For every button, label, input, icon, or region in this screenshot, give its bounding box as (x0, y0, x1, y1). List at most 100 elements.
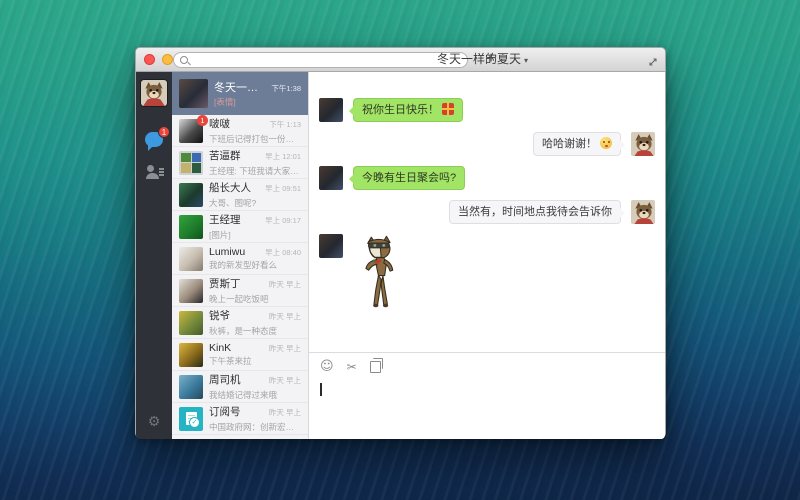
chevron-down-icon: ▾ (524, 56, 529, 65)
search-icon (180, 55, 188, 64)
message-history[interactable]: 祝你生日快乐！ 哈哈谢谢！ 今晚有生日聚会吗? 当然有，时间地点我待会告诉你 (309, 72, 665, 352)
chat-preview: 我结婚记得过来哦 (209, 389, 278, 400)
chat-name: 冬天一样的夏天 (214, 81, 268, 94)
nav-rail: 1 ⚙ (136, 72, 172, 439)
emoji-picker-icon[interactable]: ☺ (320, 360, 334, 373)
chat-time: 下午 1:13 (269, 120, 301, 130)
chat-preview: 我的新发型好看么 (209, 260, 278, 271)
message-avatar[interactable] (319, 98, 343, 122)
message-input[interactable] (320, 380, 655, 433)
chat-name: 订阅号 (209, 406, 241, 419)
message (319, 234, 655, 315)
chat-avatar (179, 246, 203, 271)
message: 当然有，时间地点我待会告诉你 (319, 200, 655, 224)
message-avatar[interactable] (631, 132, 655, 156)
chat-name: 贾斯丁 (209, 278, 241, 291)
message-avatar[interactable] (319, 166, 343, 190)
chat-avatar (179, 182, 203, 207)
message-bubble: 哈哈谢谢！ (533, 132, 625, 156)
chat-time: 昨天 早上 (268, 408, 301, 418)
chat-list-item[interactable]: ✓ 订阅号 昨天 早上 中国政府网：创新宏观调控：中… (172, 403, 308, 435)
chat-list-item[interactable]: 周司机 昨天 早上 我结婚记得过来哦 (172, 371, 308, 403)
message-text: 今晚有生日聚会吗? (362, 172, 457, 184)
chat-time: 昨天 早上 (268, 343, 301, 353)
chat-avatar (179, 278, 203, 303)
chat-list-item[interactable]: 1 啵啵 下午 1:13 下班后记得打包一份给我哦 (172, 114, 308, 147)
close-button[interactable] (144, 54, 155, 65)
message-text: 哈哈谢谢！ (542, 138, 597, 150)
message: 祝你生日快乐！ (319, 98, 655, 122)
chats-unread-badge: 1 (158, 126, 170, 138)
message-text: 当然有，时间地点我待会告诉你 (458, 206, 612, 218)
chat-time: 早上 09:51 (265, 184, 301, 194)
chat-name: 王经理 (209, 214, 241, 227)
chat-list-item[interactable]: 苦逼群 早上 12:01 王经理: 下班我请大家吃饭 (172, 147, 308, 179)
message: 今晚有生日聚会吗? (319, 166, 655, 190)
screenshot-scissors-icon[interactable]: ✂ (347, 361, 357, 373)
chat-avatar (179, 342, 203, 367)
chat-name: 啵啵 (209, 118, 230, 131)
chat-name: 船长大人 (209, 182, 251, 195)
chat-list[interactable]: 冬天一样的夏天 下午1:38 [表情] 1 啵啵 下午 1:13 下班后记得打包… (172, 72, 309, 439)
chat-name: KinK (209, 341, 232, 354)
chat-time: 昨天 早上 (268, 376, 301, 386)
chat-name: 锐爷 (209, 310, 230, 323)
chat-name: 苦逼群 (209, 150, 241, 163)
contacts-icon (147, 165, 154, 172)
message-avatar[interactable] (319, 234, 343, 258)
message-avatar[interactable] (631, 200, 655, 224)
fullscreen-icon[interactable] (648, 54, 658, 72)
dancing-horse-sticker[interactable] (357, 234, 407, 315)
titlebar[interactable]: + 冬天一样的夏天 ▾ (136, 48, 665, 72)
chat-time: 昨天 早上 (268, 280, 301, 290)
chat-preview: 王经理: 下班我请大家吃饭 (209, 165, 301, 176)
self-avatar[interactable] (141, 80, 167, 106)
message-bubble: 今晚有生日聚会吗? (348, 166, 466, 190)
minimize-button[interactable] (162, 54, 173, 65)
chat-avatar (179, 310, 203, 335)
composer[interactable]: ☺ ✂ (309, 352, 665, 439)
chat-avatar (179, 374, 203, 399)
chat-preview: 下午茶来拉 (209, 356, 252, 367)
chat-list-item[interactable]: Lumiwu 早上 08:40 我的新发型好看么 (172, 243, 308, 275)
settings-gear-icon[interactable]: ⚙ (136, 414, 172, 430)
chat-list-item[interactable]: 冬天一样的夏天 下午1:38 [表情] (172, 72, 308, 115)
message-bubble: 祝你生日快乐！ (349, 98, 463, 122)
chat-preview: [图片] (209, 229, 231, 240)
gift-emoji-icon (442, 103, 454, 115)
chat-time: 早上 08:40 (265, 247, 301, 257)
chat-list-item[interactable]: 船长大人 早上 09:51 大哥、图呢? (172, 179, 308, 211)
chat-avatar (179, 150, 203, 175)
chat-name: Lumiwu (209, 245, 246, 258)
chat-preview: 晚上一起吃饭吧 (209, 293, 269, 304)
conversation-title[interactable]: 冬天一样的夏天 ▾ (316, 48, 649, 71)
message-text: 祝你生日快乐！ (362, 104, 439, 116)
chat-list-item[interactable]: 王经理 早上 09:17 [图片] (172, 211, 308, 243)
chat-list-item[interactable]: KinK 昨天 早上 下午茶来拉 (172, 339, 308, 371)
chat-preview: [表情] (214, 97, 236, 108)
nav-chats-tab[interactable]: 1 (145, 126, 170, 151)
chat-list-item[interactable]: 锐爷 昨天 早上 秋裤，是一种态度 (172, 307, 308, 339)
chat-name: 周司机 (209, 374, 241, 387)
kiss-smiley-emoji-icon (600, 137, 612, 149)
message: 哈哈谢谢！ (319, 132, 655, 156)
conversation-title-text: 冬天一样的夏天 (436, 52, 521, 66)
message-bubble: 当然有，时间地点我待会告诉你 (449, 200, 625, 224)
desktop-wallpaper: + 冬天一样的夏天 ▾ 1 ⚙ 冬天一样的 下午1:38 [表情] 1 啵啵 下… (0, 0, 800, 500)
conversation-pane: 祝你生日快乐！ 哈哈谢谢！ 今晚有生日聚会吗? 当然有，时间地点我待会告诉你 ☺… (309, 72, 665, 439)
chat-preview: 大哥、图呢? (209, 197, 257, 208)
text-caret (320, 383, 322, 396)
chat-time: 下午1:38 (271, 83, 301, 93)
nav-contacts-tab[interactable] (146, 165, 164, 179)
chat-time: 早上 09:17 (265, 216, 301, 226)
unread-badge: 1 (197, 114, 208, 126)
chat-preview: 中国政府网：创新宏观调控：中… (209, 421, 301, 432)
send-file-icon[interactable] (369, 358, 384, 373)
composer-toolbar: ☺ ✂ (309, 353, 665, 373)
chat-list-item[interactable]: 贾斯丁 昨天 早上 晚上一起吃饭吧 (172, 275, 308, 307)
chat-avatar (179, 214, 203, 239)
chat-time: 昨天 早上 (268, 312, 301, 322)
wechat-window: + 冬天一样的夏天 ▾ 1 ⚙ 冬天一样的 下午1:38 [表情] 1 啵啵 下… (135, 47, 666, 439)
chat-preview: 下班后记得打包一份给我哦 (209, 133, 301, 144)
chat-time: 早上 12:01 (265, 152, 301, 162)
